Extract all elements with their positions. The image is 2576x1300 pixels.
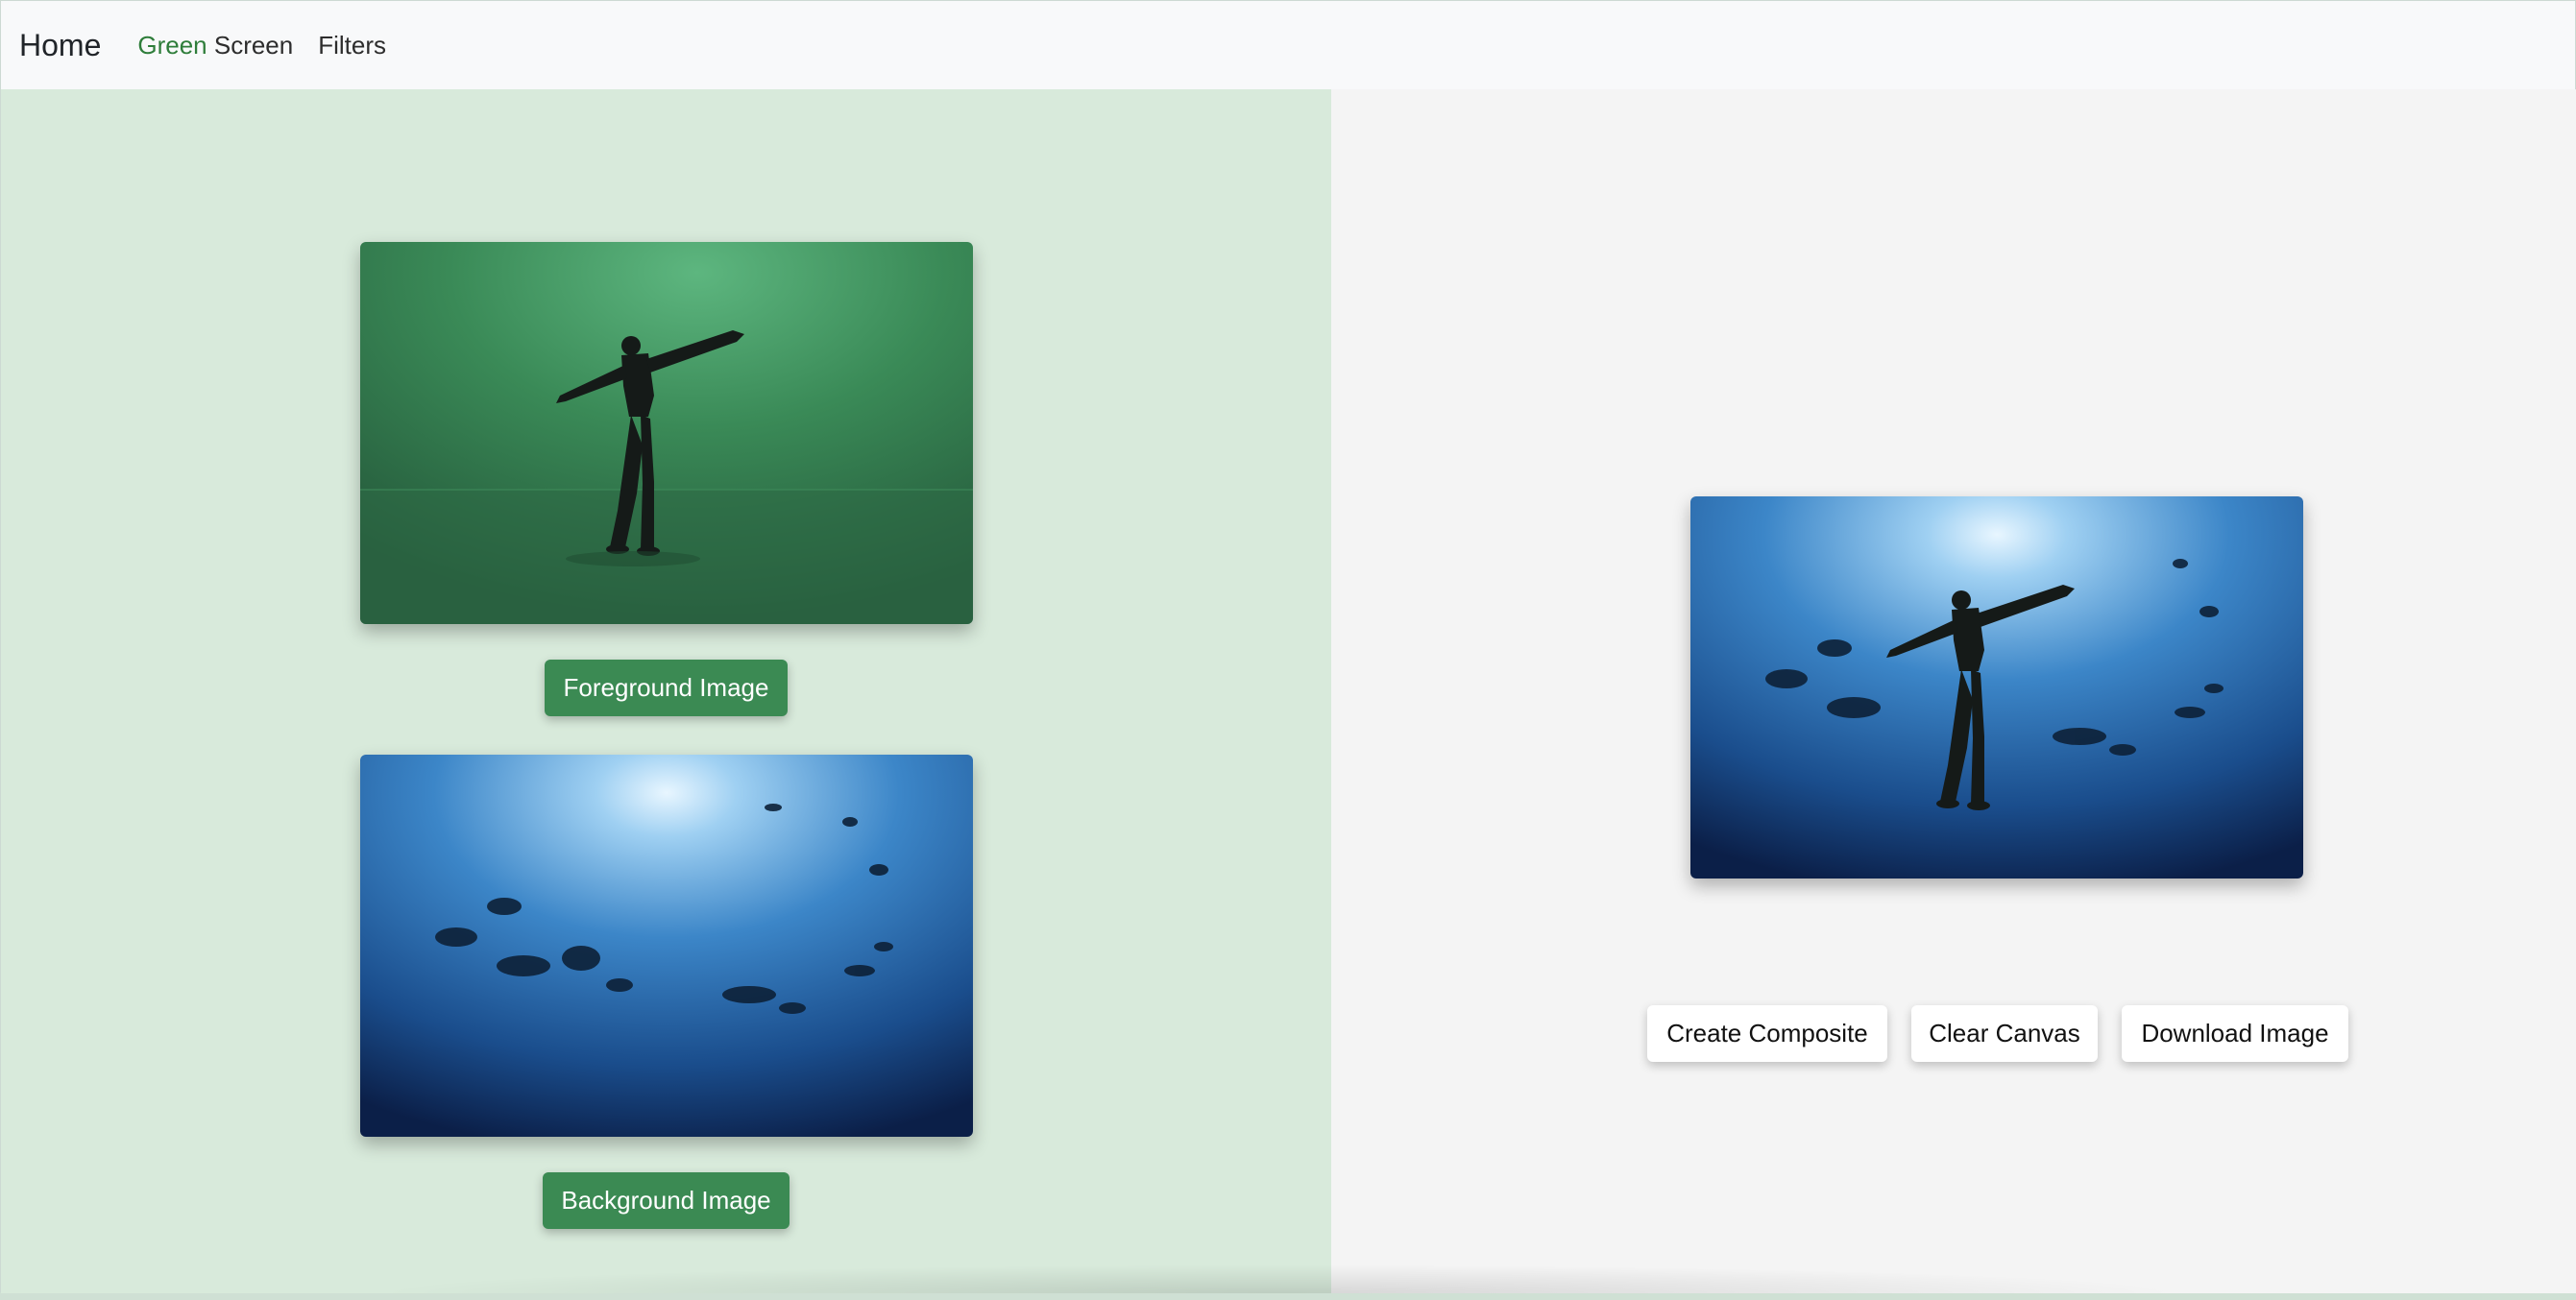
nav-screen-text: Screen: [207, 30, 294, 60]
app-page: Home Green Screen Filters Foreground Ima…: [0, 0, 2576, 1293]
output-panel: Create Composite Clear Canvas Download I…: [1331, 89, 2576, 1293]
create-composite-button[interactable]: Create Composite: [1647, 1005, 1887, 1062]
nav-home-link[interactable]: Home: [19, 28, 101, 63]
input-panel: Foreground Image Background Image: [1, 89, 1331, 1293]
foreground-image-button[interactable]: Foreground Image: [545, 660, 788, 716]
download-image-button[interactable]: Download Image: [2122, 1005, 2348, 1062]
nav-green-screen-link[interactable]: Green Screen: [137, 31, 293, 60]
navbar: Home Green Screen Filters: [1, 1, 2575, 89]
clear-canvas-button[interactable]: Clear Canvas: [1911, 1005, 2098, 1062]
composite-canvas: [1690, 496, 2303, 879]
background-image: [360, 755, 973, 1137]
nav-green-accent: Green: [137, 30, 207, 60]
background-image-button[interactable]: Background Image: [543, 1172, 790, 1229]
bottom-shadow: [366, 1264, 2191, 1293]
foreground-image: [360, 242, 973, 624]
nav-filters-link[interactable]: Filters: [318, 31, 386, 60]
